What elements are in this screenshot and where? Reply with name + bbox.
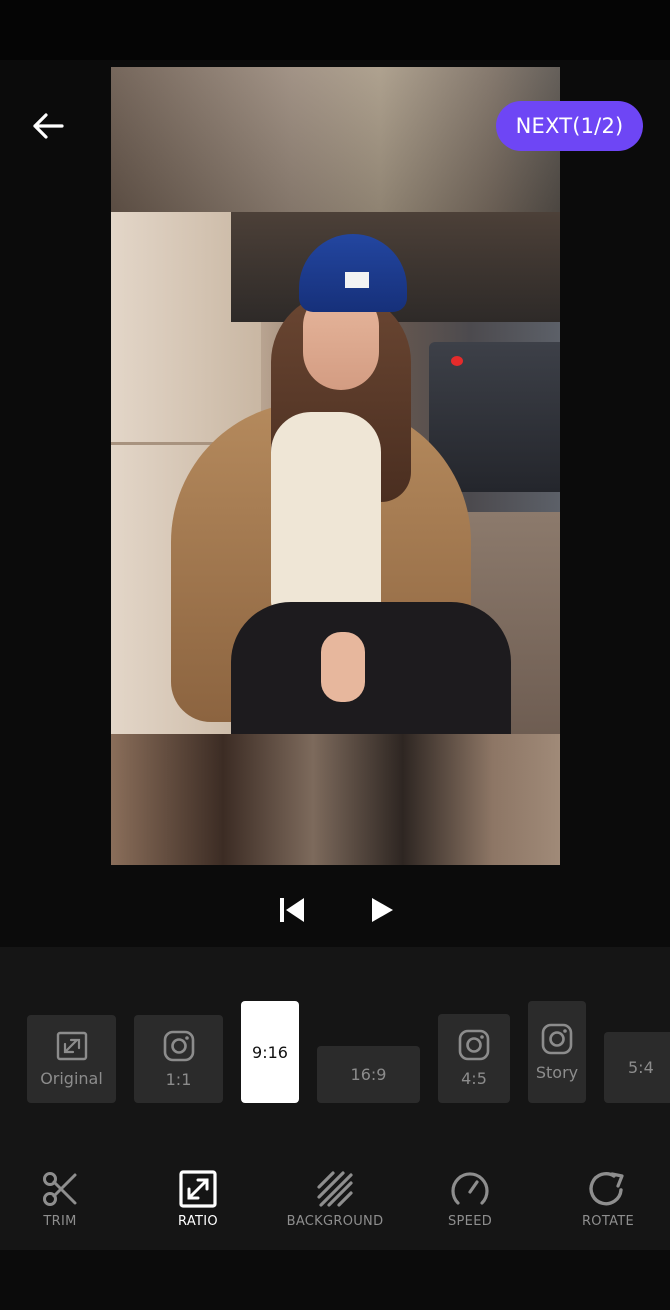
arrow-left-icon	[33, 113, 64, 139]
navigation-bar	[0, 1250, 670, 1310]
ratio-option-5-4[interactable]: 5:4	[604, 1032, 670, 1103]
ratio-option-4-5[interactable]: 4:5	[438, 1014, 510, 1103]
video-preview[interactable]	[111, 67, 560, 865]
ratio-option-1-1[interactable]: 1:1	[134, 1015, 223, 1103]
skip-to-start-icon	[280, 898, 304, 922]
ratio-option-original[interactable]: Original	[27, 1015, 116, 1103]
tool-ratio[interactable]: RATIO	[133, 1168, 263, 1238]
ratio-option-9-16[interactable]: 9:16	[241, 1001, 299, 1103]
back-button[interactable]	[24, 104, 72, 148]
expand-frame-icon	[56, 1031, 87, 1060]
ratio-label: 9:16	[252, 1042, 288, 1062]
ratio-label: Original	[40, 1068, 103, 1088]
blurred-background-bottom	[111, 734, 560, 865]
resize-frame-icon	[179, 1170, 217, 1208]
skip-back-button[interactable]	[272, 890, 312, 930]
ratio-label: 16:9	[350, 1065, 387, 1084]
tool-label: RATIO	[178, 1214, 218, 1229]
video-frame	[111, 212, 560, 734]
tool-background[interactable]: BACKGROUND	[270, 1168, 400, 1238]
instagram-icon	[541, 1023, 573, 1054]
rotate-icon	[589, 1172, 624, 1206]
speedometer-icon	[451, 1172, 489, 1205]
ratio-option-16-9[interactable]: 16:9	[317, 1046, 420, 1103]
video-editor-screen: NEXT(1/2) Original 1:1 9:16 16:9 4:5 Sto…	[0, 0, 670, 1310]
play-icon	[372, 898, 393, 922]
tool-label: ROTATE	[581, 1214, 635, 1229]
tool-rotate[interactable]: ROTATE	[543, 1168, 670, 1238]
scissors-icon	[43, 1172, 77, 1206]
tool-label: SPEED	[447, 1214, 493, 1229]
tool-label: TRIM	[43, 1214, 77, 1229]
ratio-option-story[interactable]: Story	[528, 1001, 586, 1103]
ratio-label: Story	[535, 1062, 579, 1082]
tool-trim[interactable]: TRIM	[0, 1168, 125, 1238]
blurred-background-top	[111, 67, 560, 212]
next-button[interactable]: NEXT(1/2)	[496, 101, 643, 151]
status-bar	[0, 0, 670, 60]
ratio-label: 4:5	[461, 1069, 487, 1088]
ratio-label: 1:1	[165, 1069, 192, 1089]
tool-label: BACKGROUND	[286, 1214, 384, 1229]
playback-controls	[0, 880, 670, 940]
play-button[interactable]	[362, 890, 402, 930]
ratio-label: 5:4	[628, 1058, 654, 1077]
tool-speed[interactable]: SPEED	[405, 1168, 535, 1238]
instagram-icon	[458, 1029, 490, 1061]
diagonal-lines-icon	[317, 1171, 353, 1207]
instagram-icon	[163, 1030, 194, 1061]
